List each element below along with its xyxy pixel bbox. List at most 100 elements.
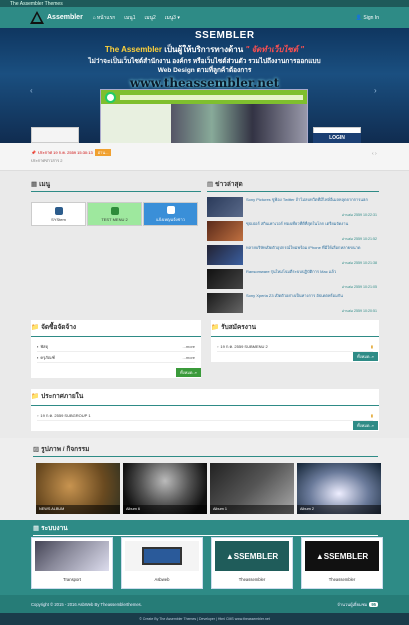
menu-tile-test[interactable]: TEST MENU 2 [87,202,142,226]
folder-item-icon: ▪ [37,343,39,349]
news-list: Sony Pictures ขู่ฟ้อง Twitter ถ้าไม่ลบทว… [207,197,379,315]
news-date: อ่านต่อ 2559 10:21:52 [341,237,377,241]
news-text: Ransomware รุ่นใหม่โจมตีระบบปฏิบัติการ M… [246,269,379,291]
system-icon [54,206,63,215]
announcement-icon: 📌 [31,150,36,155]
signin-label: Sign In [363,14,379,21]
nav-item-menu1[interactable]: เมนู1 [124,14,135,22]
news-section-divider [207,191,379,192]
procurement-row-label: ครุภัณฑ์ [40,354,55,360]
procurement-row[interactable]: ▪ พัสดุ ...more [37,341,195,352]
news-date: อ่านต่อ 2559 10:22:31 [341,213,377,217]
brand-logo[interactable]: Assembler [30,11,83,24]
internal-title-text: ประกาศภายใน [41,393,84,400]
hero-headline-b: เป็นผู้ให้บริการทางด้าน [164,45,244,54]
ticker-arrows[interactable]: ‹ › [372,151,377,157]
internal-row[interactable]: ▫ 19 ก.ค. 2559 SUBGROUP 1 ▮ [37,410,373,421]
calendar-icon: ▫ [37,412,39,418]
hero-subtext-line1: ไม่ว่าจะเป็นเว็บไซต์สำนักงาน องค์กร หรือ… [88,58,321,65]
visitor-label: จำนวนผู้เยี่ยมชม [337,601,368,607]
portfolio-card[interactable]: ▲ SSEMBLER Theassembler [301,537,383,589]
menu-section-title-text: เมนู [39,181,51,188]
procurement-list: ▪ พัสดุ ...more ▪ ครุภัณฑ์ ...more [31,337,201,363]
internal-all-button[interactable]: ทั้งหมด..» [353,421,378,430]
portfolio-card[interactable]: Asbweb [121,537,203,589]
credit-bar: © Create By The Assembler Themes | Devel… [0,613,409,625]
chevron-right-icon[interactable]: › [374,86,377,95]
gallery-section: ▨ รูปภาพ / กิจกรรม NEWS ALBUM Album 6 Al… [0,438,409,520]
news-date: อ่านต่อ 2559 10:21:05 [341,285,377,289]
news-item[interactable]: Ransomware รุ่นใหม่โจมตีระบบปฏิบัติการ M… [207,269,379,291]
jobs-all-button[interactable]: ทั้งหมด..» [353,352,378,361]
portfolio-thumbnail: ▲ SSEMBLER [305,541,379,571]
hero-headline-a: The Assembler [104,45,162,54]
news-title: ซุปเปอร์ สกินเพาเวอร์ ท่องเที่ยวที่ดีที่… [246,221,349,226]
more-link[interactable]: ...more [183,355,195,360]
home-icon: ⌂ [92,14,96,21]
news-item[interactable]: Sony Xperia Z3 เปิดตัวอย่างเป็นทางการ อั… [207,293,379,315]
gallery-caption: Album 6 [123,505,207,514]
news-title: หลายบริษัทเปิดตัวอุปกรณ์ใหม่พร้อม iPhone… [246,245,361,250]
news-thumbnail [207,221,243,241]
news-icon: ▤ [207,181,214,188]
monitor-icon [142,547,182,565]
portfolio-label: Theassembler [328,577,356,582]
signin-link[interactable]: 👤 Sign In [356,15,379,21]
chevron-left-icon[interactable]: ‹ [30,86,33,95]
jobs-section: 📁 รับสมัครงาน ▫ 19 ก.ค. 2559 SUBMENU 2 ▮… [211,320,379,362]
grid-icon: ▦ [31,181,38,188]
menu-tile-label: SYStem [51,216,66,222]
ticker-second-line[interactable]: ประกาศข่าวสาร 2 [31,157,62,164]
folder-item-icon: ▪ [37,354,39,360]
news-item[interactable]: หลายบริษัทเปิดตัวอุปกรณ์ใหม่พร้อม iPhone… [207,245,379,267]
portfolio-label: Asbweb [154,577,170,582]
jobs-row-label: 19 ก.ค. 2559 SUBMENU 2 [220,343,268,349]
gallery-image[interactable]: NEWS ALBUM [36,463,120,514]
portfolio-card[interactable]: Transport [31,537,113,589]
menu-section: ▦ เมนู SYStem TEST MENU 2 แจ้งเหตุ/แจ้งข… [31,179,201,226]
jobs-row[interactable]: ▫ 19 ก.ค. 2559 SUBMENU 2 ▮ [217,341,373,352]
mockup-group-photo [171,104,307,143]
news-text: Sony Xperia Z3 เปิดตัวอย่างเป็นทางการ อั… [246,293,379,315]
portfolio-thumbnail [35,541,109,571]
news-item[interactable]: ซุปเปอร์ สกินเพาเวอร์ ท่องเที่ยวที่ดีที่… [207,221,379,243]
menu-tile-label: แจ้งเหตุ/แจ้งข่าว [156,216,185,222]
hero-url: www.theassembler.net [129,76,280,90]
procurement-all-button[interactable]: ทั้งหมด..» [176,368,201,377]
portfolio-card[interactable]: ▲ SSEMBLER Theassembler [211,537,293,589]
jobs-title: 📁 รับสมัครงาน [211,320,379,334]
hero-brand: SSEMBLER [195,30,255,41]
nav-item-home[interactable]: ⌂ หน้าแรก [93,14,116,22]
internal-list: ▫ 19 ก.ค. 2559 SUBGROUP 1 ▮ [31,406,379,421]
nav-item-menu3[interactable]: เมนู3 ▾ [165,14,180,22]
nav-item-menu2[interactable]: เมนู2 [145,14,156,22]
top-bar: The Assembler Themes [0,0,409,7]
menu-tile-system[interactable]: SYStem [31,202,86,226]
mockup-body [101,104,307,143]
hero-login-box[interactable]: LOGIN [313,133,361,143]
ticker-headline[interactable]: ประกาศ 19 ก.ค. 2559 15:30:13 [38,149,93,156]
user-icon: 👤 [355,14,363,21]
portfolio-thumbnail: ▲ SSEMBLER [215,541,289,571]
gallery-image[interactable]: Album 6 [123,463,207,514]
folder-icon: 📁 [31,393,40,400]
mockup-sidebar [101,104,171,143]
test-menu-icon [110,206,119,215]
hero-website-mockup [100,89,308,143]
visitor-count-badge: 95 [369,601,378,607]
menu-tile-report[interactable]: แจ้งเหตุ/แจ้งข่าว [143,202,198,226]
procurement-row[interactable]: ▪ ครุภัณฑ์ ...more [37,352,195,363]
report-icon [166,205,175,214]
gallery-image[interactable]: Album 2 [297,463,381,514]
gallery-caption: NEWS ALBUM [36,505,120,514]
gallery-image[interactable]: Album 1 [210,463,294,514]
ticker-more-button[interactable]: อ่าน... [94,149,112,156]
procurement-title-text: จัดซื้อจัดจ้าง [41,324,77,331]
more-link[interactable]: ...more [183,344,195,349]
news-item[interactable]: Sony Pictures ขู่ฟ้อง Twitter ถ้าไม่ลบทว… [207,197,379,219]
hero-side-card-left [31,127,79,143]
document-icon: ▮ [370,412,373,418]
grid-icon: ▦ [33,525,40,532]
folder-icon: 📁 [211,324,220,331]
menu-section-title: ▦ เมนู [31,179,201,189]
